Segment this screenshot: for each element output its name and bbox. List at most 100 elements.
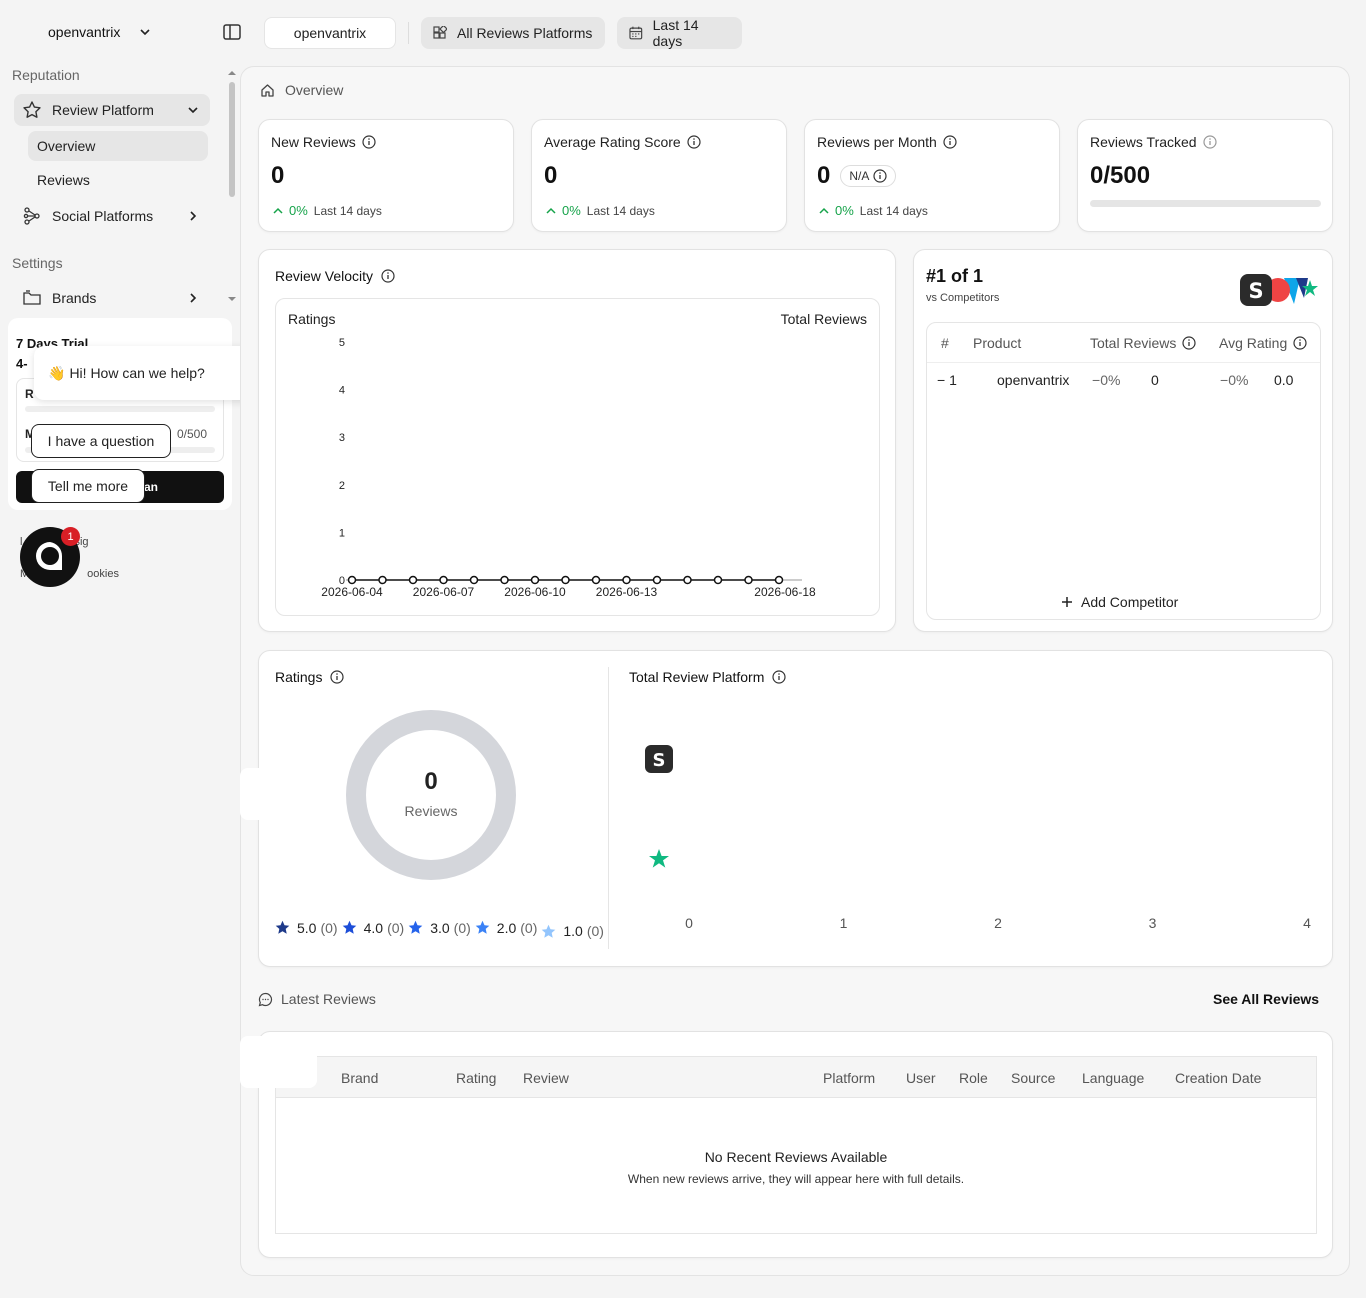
column-header: # <box>941 335 949 351</box>
section-reputation: Reputation <box>12 67 80 83</box>
sidebar-item-label: Review Platform <box>52 102 154 118</box>
column-header[interactable]: Creation Date <box>1175 1070 1261 1086</box>
platform-logos-icon: S <box>1240 274 1318 306</box>
trial-usage-bar <box>25 406 215 412</box>
column-header[interactable]: Source <box>1011 1070 1055 1086</box>
platform-filter-button[interactable]: All Reviews Platforms <box>421 17 605 49</box>
x-tick-label: 1 <box>840 915 848 931</box>
upgrade-plan-label: an <box>143 480 158 494</box>
section-title: Latest Reviews <box>281 991 376 1007</box>
chat-greeting-text: Hi! How can we help? <box>69 365 205 381</box>
column-header[interactable]: Platform <box>823 1070 875 1086</box>
date-range-button[interactable]: Last 14 days <box>617 17 742 49</box>
svg-text:S: S <box>1248 279 1263 303</box>
x-tick-label: 2026-06-10 <box>504 585 566 599</box>
info-icon[interactable] <box>943 135 957 149</box>
data-point <box>652 575 662 585</box>
sidebar-item-review-platform[interactable]: Review Platform <box>14 94 210 126</box>
dash-icon: − <box>1220 372 1229 388</box>
toolbar-divider <box>408 22 409 44</box>
chevron-right-icon <box>190 211 197 221</box>
stat-card-average-rating: Average Rating Score 0 0% Last 14 days <box>531 119 787 232</box>
platform-s-icon: S <box>645 745 673 773</box>
legend-label: 1.0 <box>563 923 583 939</box>
stat-delta: 0% <box>289 203 308 218</box>
arrow-up-icon <box>819 207 829 214</box>
brand-selector[interactable]: openvantrix <box>264 17 396 49</box>
sidebar-item-social-platforms[interactable]: Social Platforms <box>14 200 210 232</box>
data-point <box>591 575 601 585</box>
data-point <box>683 575 692 585</box>
sidebar-item-brands[interactable]: Brands <box>14 282 210 314</box>
donut-value: 0 <box>424 768 438 795</box>
legend-count: (0) <box>586 923 604 939</box>
data-point <box>469 575 479 585</box>
column-header[interactable]: Rating <box>456 1070 496 1086</box>
column-header[interactable]: Brand <box>341 1070 378 1086</box>
data-point <box>713 575 723 585</box>
tracked-progress-bar <box>1090 200 1321 207</box>
ratings-platform-card: Ratings 0 Reviews 5.0 (0) 4.0 (0) 3.0 (0) 2.0(… <box>258 650 1333 967</box>
sidebar-toggle-icon[interactable] <box>222 22 242 42</box>
info-icon[interactable] <box>1202 135 1217 149</box>
legend-item[interactable]: 4.0 (0) <box>342 920 407 936</box>
dash-icon: − <box>937 372 946 388</box>
data-point <box>622 575 631 585</box>
x-tick-label: 2 <box>994 915 1002 931</box>
column-header[interactable]: Role <box>959 1070 988 1086</box>
info-icon[interactable] <box>1293 336 1307 350</box>
legend-count: (0) <box>453 919 471 936</box>
breadcrumb: Overview <box>260 82 343 98</box>
info-icon[interactable] <box>687 135 701 149</box>
legend-item[interactable]: 5.0 (0) <box>275 920 340 936</box>
workspace-name: openvantrix <box>48 24 121 40</box>
plus-icon <box>1062 597 1072 607</box>
data-point <box>378 575 387 585</box>
info-icon[interactable] <box>330 670 345 684</box>
sidebar-item-label: Social Platforms <box>52 208 154 224</box>
legend-count: (0) <box>320 919 338 936</box>
data-point <box>530 575 540 585</box>
info-icon[interactable] <box>772 670 786 684</box>
star-icon <box>23 101 41 118</box>
info-icon[interactable] <box>1182 336 1196 350</box>
chat-option-tell-more[interactable]: Tell me more <box>31 469 145 503</box>
data-point <box>439 575 448 585</box>
sidebar-item-reviews[interactable]: Reviews <box>28 165 208 195</box>
star-icon <box>542 924 556 938</box>
data-point <box>347 575 357 585</box>
add-competitor-button[interactable]: Add Competitor <box>1061 594 1178 610</box>
legend-label: 3.0 <box>430 919 450 936</box>
column-header[interactable]: User <box>906 1070 936 1086</box>
velocity-chart-frame: Ratings Total Reviews 0 1 2 3 4 5 2026-06-04 20… <box>275 298 880 616</box>
breadcrumb-label: Overview <box>285 82 344 98</box>
chat-unread-badge: 1 <box>61 527 80 546</box>
legend-item[interactable]: 1.0 (0) <box>541 923 606 939</box>
rank-subtitle: vs Competitors <box>926 292 1000 304</box>
chat-option-question[interactable]: I have a question <box>31 424 171 458</box>
legend-label: 4.0 <box>363 919 384 936</box>
legend-item[interactable]: 2.0 (0) <box>475 920 540 936</box>
legend-item[interactable]: 3.0 (0) <box>408 920 473 936</box>
info-icon[interactable] <box>873 169 887 183</box>
sidebar-item-overview[interactable]: Overview <box>28 131 208 161</box>
product-cell: openvantrix <box>997 372 1070 388</box>
velocity-chart: 0123452026-06-04 2026-06-07 2026-06-10 2026… <box>321 337 816 599</box>
column-header[interactable]: Review <box>523 1070 569 1086</box>
info-icon[interactable] <box>362 135 376 149</box>
table-row[interactable]: − 1 openvantrix −0% 0 −0% 0.0 <box>927 371 1320 391</box>
overlay-panel <box>240 768 317 820</box>
workspace-switcher[interactable]: openvantrix <box>48 20 152 44</box>
legend-label: 5.0 <box>297 919 317 936</box>
stat-card-reviews-per-month: Reviews per Month 0 N/A 0% Last 14 days <box>804 119 1060 232</box>
x-tick-label: 2026-06-04 <box>321 585 383 599</box>
column-header[interactable]: Language <box>1082 1070 1144 1086</box>
sidebar-scroll-thumb[interactable] <box>229 82 235 197</box>
data-point <box>744 575 753 585</box>
info-icon[interactable] <box>381 269 395 283</box>
see-all-reviews-link[interactable]: See All Reviews <box>1213 991 1319 1007</box>
sidebar-item-label: Reviews <box>37 172 90 188</box>
competitor-table: # Product Total Reviews Avg Rating − 1 o… <box>926 322 1321 620</box>
card-title: Review Velocity <box>275 268 395 284</box>
avg-cell: 0.0 <box>1274 372 1294 388</box>
